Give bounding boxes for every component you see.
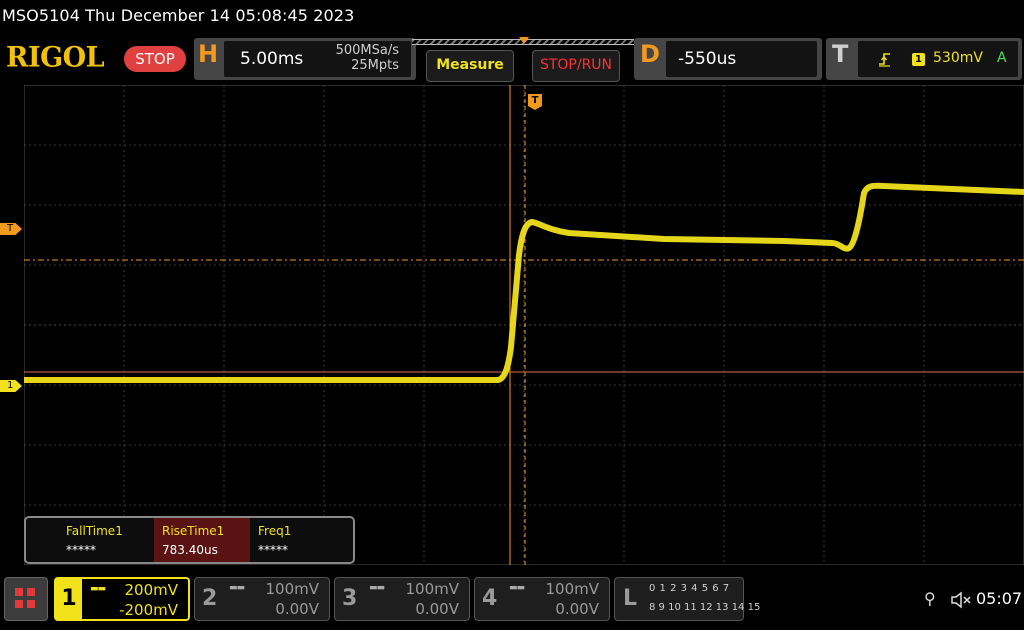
memory-depth: 25Mpts (351, 58, 399, 73)
logic-row-2: 8 9 10 11 12 13 14 15 (649, 602, 761, 613)
logic-letter: L (623, 586, 638, 611)
memory-position-bar (412, 37, 634, 47)
top-toolbar: RIGOL STOP H 5.00ms 500MSa/s 25Mpts Meas… (0, 33, 1024, 85)
channel-number: 1 (56, 579, 82, 619)
trigger-level: 530mV (933, 50, 983, 66)
menu-grid-icon (15, 588, 23, 596)
stop-run-button[interactable]: STOP/RUN (532, 50, 620, 82)
speaker-muted-icon[interactable] (950, 590, 974, 610)
sample-rate: 500MSa/s (335, 43, 399, 58)
channel1-box[interactable]: 1 ▬▬ 200mV -200mV (54, 577, 190, 621)
channel-offset: 0.00V (415, 600, 459, 618)
delay-letter: D (640, 40, 660, 68)
channel3-box[interactable]: 3 ▬▬ 100mV 0.00V (334, 577, 470, 621)
channel-offset: 0.00V (275, 600, 319, 618)
waveform-svg (24, 85, 1024, 565)
title-bar: MSO5104 Thu December 14 05:08:45 2023 (0, 0, 1024, 32)
measurement-name: RiseTime1 (162, 524, 225, 538)
measurement-item[interactable]: Freq1 ***** (250, 518, 346, 562)
trigger-letter: T (832, 40, 849, 68)
horizontal-panel[interactable]: H 5.00ms 500MSa/s 25Mpts (194, 38, 416, 80)
waveform-display[interactable] (24, 85, 1024, 565)
trigger-mode: A (997, 50, 1007, 66)
timebase-value: 5.00ms (240, 49, 304, 69)
instrument-title: MSO5104 Thu December 14 05:08:45 2023 (2, 6, 355, 25)
channel-scale: 200mV (124, 581, 178, 599)
channel1-offset-marker[interactable]: 1 (0, 380, 22, 392)
measurement-name: Freq1 (258, 524, 292, 538)
logic-channels-box[interactable]: L 0 1 2 3 4 5 6 7 8 9 10 11 12 13 14 15 (614, 577, 760, 621)
main-menu-button[interactable] (4, 577, 48, 621)
horizontal-letter: H (198, 40, 219, 68)
channel-scale: 100mV (405, 580, 459, 598)
run-state-badge[interactable]: STOP (124, 46, 186, 72)
measurement-panel[interactable]: FallTime1 ***** RiseTime1 783.40us Freq1… (24, 516, 355, 564)
system-clock: 05:07 (976, 589, 1023, 608)
trigger-source: 1 (912, 53, 925, 66)
position-marker-icon (519, 37, 529, 44)
bottom-bar: 1 ▬▬ 200mV -200mV 2 ▬▬ 100mV 0.00V 3 ▬▬ … (0, 570, 1024, 630)
channel-scale: 100mV (545, 580, 599, 598)
measurement-name: FallTime1 (66, 524, 123, 538)
measure-button[interactable]: Measure (426, 50, 514, 82)
logic-row-1: 0 1 2 3 4 5 6 7 (649, 583, 730, 594)
channel-offset: -200mV (119, 601, 178, 619)
trigger-level-marker[interactable]: T (0, 223, 22, 235)
channel-number: 4 (482, 586, 498, 611)
usb-icon: ⚲ (924, 589, 936, 608)
rigol-logo: RIGOL (6, 41, 105, 74)
channel-number: 2 (202, 586, 218, 611)
measurement-value: ***** (66, 543, 96, 557)
delay-value: -550us (678, 49, 737, 69)
measurement-value: 783.40us (162, 543, 218, 557)
channel2-box[interactable]: 2 ▬▬ 100mV 0.00V (194, 577, 330, 621)
channel-offset: 0.00V (555, 600, 599, 618)
trigger-panel[interactable]: T 1 530mV A (826, 38, 1022, 80)
channel-scale: 100mV (265, 580, 319, 598)
channel-number: 3 (342, 586, 358, 611)
measurement-item[interactable]: FallTime1 ***** (58, 518, 154, 562)
delay-panel[interactable]: D -550us (634, 38, 822, 80)
measurement-item[interactable]: RiseTime1 783.40us (154, 518, 250, 562)
measurement-value: ***** (258, 543, 288, 557)
rising-edge-icon (879, 53, 890, 67)
channel4-box[interactable]: 4 ▬▬ 100mV 0.00V (474, 577, 610, 621)
